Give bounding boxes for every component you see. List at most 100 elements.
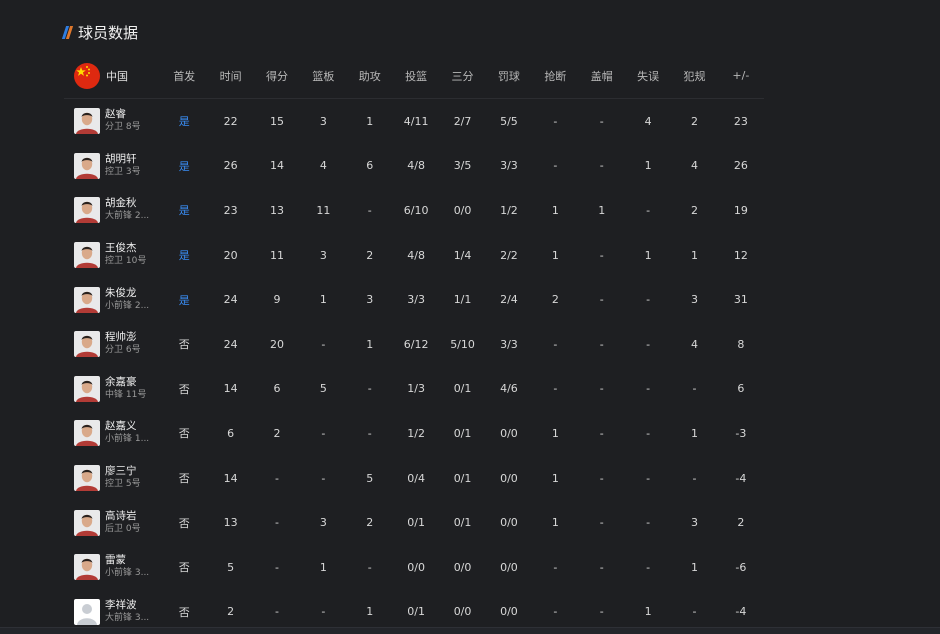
player-cell[interactable]: 雷蒙 小前锋 3... xyxy=(64,554,161,581)
rebounds-cell: - xyxy=(321,471,326,485)
column-header-free-throws[interactable]: 罚球 xyxy=(486,68,532,84)
three-pointers-cell: 0/0 xyxy=(453,605,472,619)
three-pointers-cell: 1/1 xyxy=(453,293,472,307)
fouls-cell: 2 xyxy=(690,203,698,217)
field-goals-cell: 6/12 xyxy=(403,337,429,351)
player-name[interactable]: 廖三宁 xyxy=(105,465,141,478)
starter-cell: 否 xyxy=(178,561,190,575)
steals-cell: - xyxy=(553,382,558,396)
three-pointers-cell: 0/1 xyxy=(453,516,472,530)
field-goals-cell: 1/3 xyxy=(407,382,425,396)
player-name[interactable]: 赵睿 xyxy=(105,108,141,121)
player-position: 大前锋 3... xyxy=(105,612,150,623)
player-name[interactable]: 程帅澎 xyxy=(105,331,141,344)
points-cell: 11 xyxy=(269,248,284,262)
player-info: 廖三宁 控卫 5号 xyxy=(105,465,141,491)
three-pointers-cell: 2/7 xyxy=(453,114,472,128)
player-name[interactable]: 胡明轩 xyxy=(105,153,141,166)
column-header-minutes[interactable]: 时间 xyxy=(207,68,253,84)
player-cell[interactable]: 李祥波 大前锋 3... xyxy=(64,598,161,625)
column-header-assists[interactable]: 助攻 xyxy=(347,68,393,84)
player-cell[interactable]: 赵嘉义 小前锋 1... xyxy=(64,420,161,447)
rebounds-cell: 11 xyxy=(316,203,331,217)
column-header-fouls[interactable]: 犯规 xyxy=(671,68,717,84)
column-header-rebounds[interactable]: 篮板 xyxy=(300,68,346,84)
steals-cell: - xyxy=(553,337,558,351)
player-name[interactable]: 高诗岩 xyxy=(105,510,141,523)
player-info: 胡明轩 控卫 3号 xyxy=(105,153,141,179)
column-header-plus-minus[interactable]: +/- xyxy=(718,69,764,82)
player-name[interactable]: 胡金秋 xyxy=(105,197,149,210)
table-row[interactable]: 高诗岩 后卫 0号 否 13 - 3 2 0/1 0/1 0/0 1 - - 3 2 xyxy=(64,500,764,545)
player-cell[interactable]: 高诗岩 后卫 0号 xyxy=(64,509,161,536)
field-goals-cell: 0/1 xyxy=(407,516,425,530)
table-row[interactable]: 赵睿 分卫 8号 是 22 15 3 1 4/11 2/7 5/5 - - 4 2 23 xyxy=(64,99,764,144)
steals-cell: 2 xyxy=(551,293,559,307)
table-row[interactable]: 程帅澎 分卫 6号 否 24 20 - 1 6/12 5/10 3/3 - - - 4 8 xyxy=(64,322,764,367)
field-goals-cell: 0/1 xyxy=(407,605,425,619)
player-info: 高诗岩 后卫 0号 xyxy=(105,510,141,536)
table-row[interactable]: 王俊杰 控卫 10号是 20 11 3 2 4/8 1/4 2/2 1-1 1 12 xyxy=(64,233,764,278)
player-cell[interactable]: 王俊杰 控卫 10号 xyxy=(64,242,161,269)
player-name[interactable]: 余嘉豪 xyxy=(105,376,146,389)
player-cell[interactable]: 余嘉豪 中锋 11号 xyxy=(64,375,161,402)
table-row[interactable]: 胡金秋 大前锋 2... 是 23 13 11-6/10 0/0 1/2 1 1-2 19 xyxy=(64,188,764,233)
table-row[interactable]: 赵嘉义 小前锋 1... 否 6 2 - - 1/2 0/1 0/0 1 - - 1 -3 xyxy=(64,411,764,456)
player-name[interactable]: 赵嘉义 xyxy=(105,420,149,433)
table-row[interactable]: 余嘉豪 中锋 11号 否 14 6 5 - 1/3 0/1 4/6 - - - - 6 xyxy=(64,367,764,412)
player-photo-icon xyxy=(74,554,100,581)
table-row[interactable]: 朱俊龙 小前锋 2... 是 24 9 1 3 3/3 1/1 2/4 2 - - 3 31 xyxy=(64,277,764,322)
field-goals-cell: 3/3 xyxy=(407,293,425,307)
player-info: 赵嘉义 小前锋 1... xyxy=(105,420,149,446)
column-header-steals[interactable]: 抢断 xyxy=(532,68,578,84)
free-throws-cell: 3/3 xyxy=(500,159,518,173)
player-cell[interactable]: 廖三宁 控卫 5号 xyxy=(64,465,161,492)
field-goals-cell: 4/8 xyxy=(407,248,425,262)
player-name[interactable]: 雷蒙 xyxy=(105,554,149,567)
steals-cell: - xyxy=(553,560,558,574)
rebounds-cell: 5 xyxy=(319,382,327,396)
fouls-cell: 1 xyxy=(690,560,698,574)
table-row[interactable]: 廖三宁 控卫 5号 否 14 - - 5 0/4 0/1 0/0 1 - - - -4 xyxy=(64,456,764,501)
team-header: 中国 xyxy=(64,62,161,89)
team-name: 中国 xyxy=(106,69,128,83)
column-header-starter[interactable]: 首发 xyxy=(161,68,207,84)
minutes-cell: 2 xyxy=(227,605,235,619)
player-photo-icon xyxy=(74,242,100,269)
points-cell: 2 xyxy=(273,426,281,440)
assists-cell: - xyxy=(367,560,372,574)
fouls-cell: 2 xyxy=(690,114,698,128)
fouls-cell: - xyxy=(692,605,697,619)
field-goals-cell: 4/8 xyxy=(407,159,425,173)
blocks-cell: - xyxy=(599,248,604,262)
player-photo-icon xyxy=(74,420,100,447)
player-cell[interactable]: 胡明轩 控卫 3号 xyxy=(64,152,161,179)
plus-minus-cell: 19 xyxy=(733,203,748,217)
turnovers-cell: - xyxy=(646,560,651,574)
three-pointers-cell: 0/1 xyxy=(453,382,472,396)
player-cell[interactable]: 朱俊龙 小前锋 2... xyxy=(64,286,161,313)
turnovers-cell: - xyxy=(646,382,651,396)
starter-cell: 否 xyxy=(178,516,190,530)
player-cell[interactable]: 赵睿 分卫 8号 xyxy=(64,108,161,135)
player-name[interactable]: 王俊杰 xyxy=(105,242,146,255)
column-header-blocks[interactable]: 盖帽 xyxy=(579,68,625,84)
column-header-three-pointers[interactable]: 三分 xyxy=(439,68,485,84)
column-header-turnovers[interactable]: 失误 xyxy=(625,68,671,84)
player-cell[interactable]: 胡金秋 大前锋 2... xyxy=(64,197,161,224)
player-cell[interactable]: 程帅澎 分卫 6号 xyxy=(64,331,161,358)
player-name[interactable]: 李祥波 xyxy=(105,599,149,612)
field-goals-cell: 0/0 xyxy=(407,560,425,574)
table-row[interactable]: 雷蒙 小前锋 3... 否 5 - 1 - 0/0 0/0 0/0 - - - 1 -6 xyxy=(64,545,764,590)
fouls-cell: 4 xyxy=(690,337,698,351)
points-cell: 20 xyxy=(269,337,284,351)
table-row[interactable]: 胡明轩 控卫 3号是 26 14 4 6 4/8 3/5 3/3- -1 4 26 xyxy=(64,144,764,189)
player-name[interactable]: 朱俊龙 xyxy=(105,287,149,300)
assists-cell: - xyxy=(367,426,372,440)
assists-cell: 1 xyxy=(366,337,374,351)
rebounds-cell: 3 xyxy=(319,516,327,530)
free-throws-cell: 0/0 xyxy=(500,426,518,440)
column-header-points[interactable]: 得分 xyxy=(254,68,300,84)
column-header-field-goals[interactable]: 投篮 xyxy=(393,68,439,84)
player-position: 控卫 10号 xyxy=(105,256,147,267)
